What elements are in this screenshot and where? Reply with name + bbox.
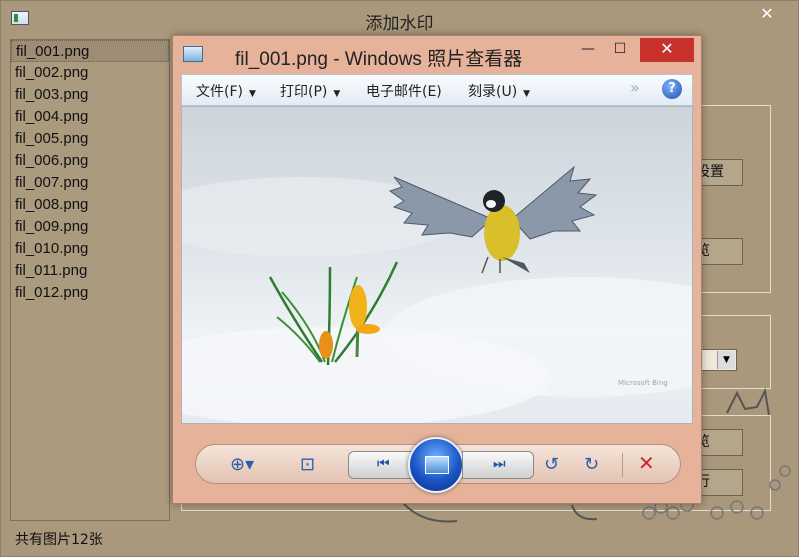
menu-file[interactable]: 文件(F) ▼ bbox=[196, 81, 256, 101]
maximize-button[interactable]: ☐ bbox=[606, 38, 634, 62]
chevron-down-icon: ▼ bbox=[333, 89, 341, 99]
photo-viewer-window: fil_001.png - Windows 照片查看器 — ☐ ✕ 文件(F) ▼… bbox=[172, 35, 702, 504]
actual-size-icon[interactable]: ⊡ bbox=[300, 454, 315, 475]
viewer-toolbar: ⊕▾ ⊡ ⏮ ⏭ ↺ ↻ ✕ bbox=[195, 437, 681, 493]
host-close-button[interactable]: ✕ bbox=[744, 1, 790, 27]
photo-viewer-icon bbox=[183, 46, 203, 62]
zoom-icon[interactable]: ⊕▾ bbox=[230, 454, 254, 475]
rotate-left-icon[interactable]: ↺ bbox=[544, 454, 559, 475]
file-list-item[interactable]: fil_004.png bbox=[11, 106, 169, 128]
minimize-button[interactable]: — bbox=[574, 38, 602, 62]
file-list-item[interactable]: fil_008.png bbox=[11, 194, 169, 216]
close-button[interactable]: ✕ bbox=[640, 38, 694, 62]
menu-file-label: 文件(F) bbox=[196, 84, 243, 100]
status-bar-text: 共有图片12张 bbox=[15, 532, 103, 548]
file-list-item[interactable]: fil_010.png bbox=[11, 238, 169, 260]
more-menu-chevron-icon[interactable]: » bbox=[630, 78, 640, 97]
bing-watermark: Microsoft Bing bbox=[618, 379, 668, 387]
file-list-item[interactable]: fil_005.png bbox=[11, 128, 169, 150]
chevron-down-icon: ▼ bbox=[248, 89, 256, 99]
host-titlebar[interactable]: 添加水印 ✕ bbox=[1, 1, 798, 37]
chevron-down-icon[interactable]: ▼ bbox=[717, 351, 735, 369]
next-icon: ⏭ bbox=[493, 456, 506, 472]
menu-email[interactable]: 电子邮件(E) bbox=[366, 81, 442, 101]
viewer-menubar: 文件(F) ▼ 打印(P) ▼ 电子邮件(E) 刻录(U) ▼ » ? bbox=[181, 74, 693, 106]
slideshow-icon[interactable] bbox=[408, 437, 464, 493]
toolbar-separator bbox=[622, 453, 623, 477]
help-icon[interactable]: ? bbox=[662, 79, 682, 99]
previous-icon: ⏮ bbox=[377, 456, 390, 472]
file-list-item[interactable]: fil_006.png bbox=[11, 150, 169, 172]
menu-burn[interactable]: 刻录(U) ▼ bbox=[468, 81, 530, 101]
file-list-item[interactable]: fil_002.png bbox=[11, 62, 169, 84]
chevron-down-icon: ▼ bbox=[523, 89, 531, 99]
file-list-item[interactable]: fil_011.png bbox=[11, 260, 169, 282]
rotate-right-icon[interactable]: ↻ bbox=[584, 454, 599, 475]
file-list-item[interactable]: fil_012.png bbox=[11, 282, 169, 304]
viewer-titlebar[interactable]: fil_001.png - Windows 照片查看器 — ☐ ✕ bbox=[173, 36, 701, 72]
file-list-item[interactable]: fil_001.png bbox=[11, 40, 169, 62]
file-list-item[interactable]: fil_003.png bbox=[11, 84, 169, 106]
next-button[interactable]: ⏭ bbox=[462, 451, 534, 479]
photo-display-area[interactable]: Microsoft Bing bbox=[181, 106, 693, 424]
menu-print-label: 打印(P) bbox=[280, 84, 328, 100]
bird-and-crocus-photo: Microsoft Bing bbox=[182, 107, 692, 423]
menu-print[interactable]: 打印(P) ▼ bbox=[280, 81, 340, 101]
menu-burn-label: 刻录(U) bbox=[468, 84, 518, 100]
delete-icon[interactable]: ✕ bbox=[638, 451, 655, 475]
menu-email-label: 电子邮件(E) bbox=[366, 84, 442, 100]
file-list-item[interactable]: fil_009.png bbox=[11, 216, 169, 238]
file-list[interactable]: fil_001.png fil_002.png fil_003.png fil_004… bbox=[10, 39, 170, 521]
viewer-window-title: fil_001.png - Windows 照片查看器 bbox=[235, 49, 523, 70]
file-list-item[interactable]: fil_007.png bbox=[11, 172, 169, 194]
host-window-title: 添加水印 bbox=[365, 14, 434, 34]
